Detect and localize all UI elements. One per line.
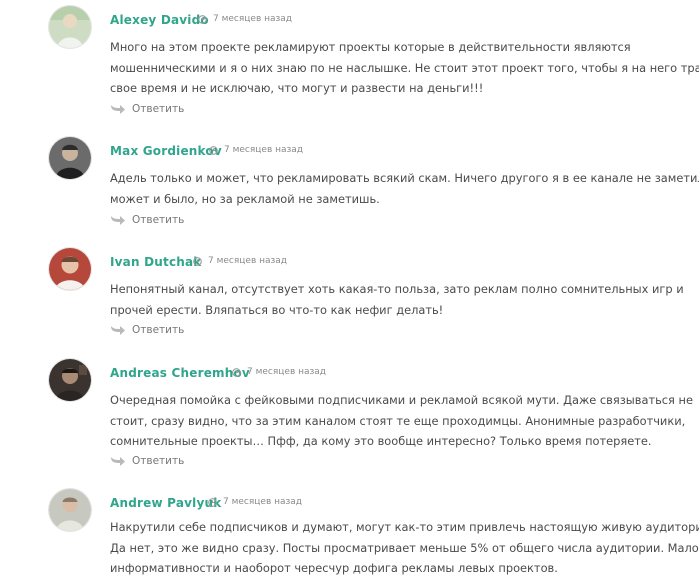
comment-author[interactable]: Alexey Davido [110,13,209,27]
reply-button[interactable]: Ответить [110,214,184,226]
reply-label: Ответить [132,324,185,336]
comment-time: 7 месяцев назад [198,14,292,24]
avatar[interactable] [49,248,91,290]
comment-time-text: 7 месяцев назад [223,497,303,507]
reply-label: Ответить [132,455,185,467]
avatar[interactable] [49,6,91,48]
comment-time: 7 месяцев назад [193,256,287,266]
comment-text-line: Адель только и может, что рекламировать … [110,171,699,185]
reply-button[interactable]: Ответить [110,455,184,467]
comment-text: Много на этом проекте рекламируют проект… [110,37,699,99]
reply-button[interactable]: Ответить [110,103,184,115]
clock-icon [208,497,217,507]
comment-text-line: может и было, но за рекламой не заметишь… [110,191,380,206]
comment-time-text: 7 месяцев назад [247,367,327,377]
reply-arrow-icon [110,214,126,226]
comment-author[interactable]: Andrew Pavlyuk [110,496,221,510]
comment-text: Очередная помойка с фейковыми подписчика… [110,390,693,452]
comment-text-line: свое время и не исключаю, что могут и ра… [110,81,484,95]
comment-time: 7 месяцев назад [208,497,302,507]
clock-icon [209,145,218,155]
avatar[interactable] [49,137,91,179]
clock-icon [198,14,207,24]
comment-text-line: Да нет, это же видно сразу. Посты просма… [110,540,699,555]
reply-arrow-icon [110,103,126,115]
avatar[interactable] [49,489,91,531]
clock-icon [193,256,202,266]
comment-text: Адель только и может, что рекламировать … [110,168,699,209]
comment-text-line: прочей ерести. Вляпаться во что-то как н… [110,302,444,317]
reply-label: Ответить [132,103,185,115]
reply-arrow-icon [110,455,126,467]
comment-time: 7 месяцев назад [232,367,326,377]
comment-text: Накрутили себе подписчиков и думают, мог… [110,517,699,579]
comment-text-line: Очередная помойка с фейковыми подписчика… [110,393,693,407]
comment-author[interactable]: Andreas Cheremhov [110,366,250,380]
avatar[interactable] [49,359,91,401]
reply-label: Ответить [132,214,185,226]
comment-time-text: 7 месяцев назад [208,256,288,266]
comment-time: 7 месяцев назад [209,145,303,155]
comment-author[interactable]: Ivan Dutchak [110,255,201,269]
comment-text-line: Накрутили себе подписчиков и думают, мог… [110,520,699,534]
comment-text-line: Непонятный канал, отсутствует хоть какая… [110,282,684,296]
comment-text-line: стоит, сразу видно, что за этим каналом … [110,413,686,428]
reply-arrow-icon [110,324,126,336]
clock-icon [232,367,241,377]
reply-button[interactable]: Ответить [110,324,184,336]
comment-text-line: сомнительные проекты… Пфф, да кому это в… [110,434,652,448]
comment-time-text: 7 месяцев назад [224,145,304,155]
comment-text: Непонятный канал, отсутствует хоть какая… [110,279,684,320]
comment-text-line: Много на этом проекте рекламируют проект… [110,40,631,54]
comment-time-text: 7 месяцев назад [213,14,293,24]
comment-text-line: мошенническими и я о них знаю по не насл… [110,60,699,75]
comment-author[interactable]: Max Gordienkov [110,144,222,158]
comment-text-line: информативности и наоборот чересчур дофи… [110,561,558,575]
